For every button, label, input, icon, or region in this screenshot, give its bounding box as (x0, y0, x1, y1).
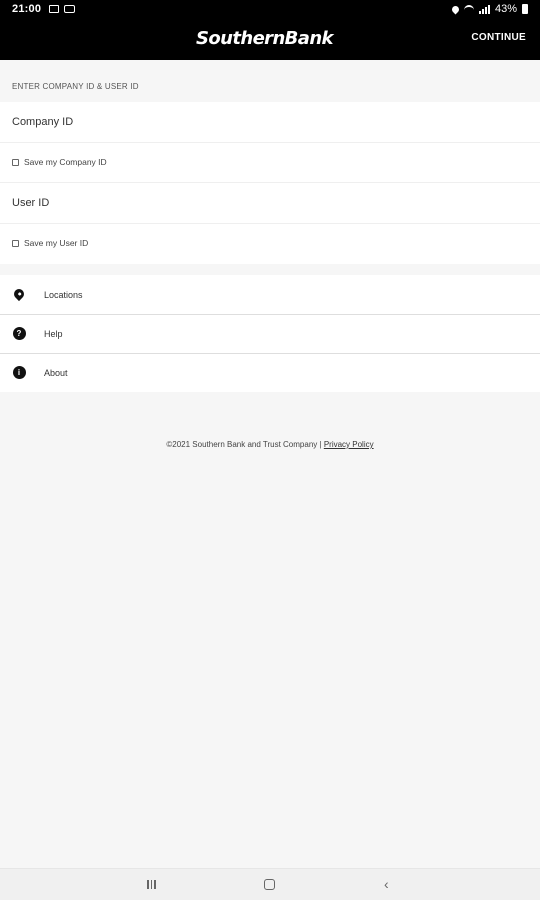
status-time: 21:00 (12, 3, 42, 15)
privacy-policy-link[interactable]: Privacy Policy (324, 440, 374, 449)
divider (0, 142, 540, 143)
login-form: Company ID Save my Company ID User ID Sa… (0, 102, 540, 264)
menu-item-label: Locations (44, 289, 83, 300)
save-user-id-checkbox[interactable]: Save my User ID (12, 238, 88, 248)
signal-icon (478, 4, 490, 14)
copyright-text: ©2021 Southern Bank and Trust Company | (166, 440, 322, 449)
battery-icon (522, 4, 528, 14)
menu-list: Locations ? Help i About (0, 275, 540, 392)
menu-item-about[interactable]: i About (0, 353, 540, 392)
back-icon[interactable]: ‹ (384, 876, 389, 892)
save-company-id-label: Save my Company ID (24, 157, 107, 167)
menu-item-label: Help (44, 328, 63, 339)
continue-button[interactable]: CONTINUE (471, 32, 526, 43)
menu-item-locations[interactable]: Locations (0, 275, 540, 314)
southern-bank-logo: SouthernBank (196, 28, 334, 49)
help-icon: ? (12, 326, 26, 340)
app-header: SouthernBank CONTINUE (0, 18, 540, 60)
checkbox-icon[interactable] (12, 239, 19, 247)
system-nav-bar: ‹ (0, 868, 540, 900)
status-bar: 21:00 43% (0, 0, 540, 18)
menu-item-help[interactable]: ? Help (0, 314, 540, 353)
menu-item-label: About (44, 367, 68, 378)
company-id-field[interactable]: Company ID (12, 116, 73, 128)
recent-apps-icon[interactable] (147, 880, 156, 889)
location-pin-icon (11, 286, 27, 302)
location-status-icon (450, 4, 461, 14)
divider (0, 182, 540, 183)
section-label: ENTER COMPANY ID & USER ID (12, 82, 139, 91)
footer: ©2021 Southern Bank and Trust Company | … (0, 440, 540, 449)
gallery-notification-icon (49, 5, 60, 13)
user-id-field[interactable]: User ID (12, 197, 49, 209)
battery-percent: 43% (494, 3, 517, 15)
save-company-id-checkbox[interactable]: Save my Company ID (12, 157, 107, 167)
save-user-id-label: Save my User ID (24, 238, 89, 248)
divider (0, 223, 540, 224)
home-icon[interactable] (264, 879, 275, 890)
info-icon: i (12, 365, 26, 379)
wifi-icon (463, 5, 474, 13)
messenger-notification-icon (64, 5, 76, 13)
checkbox-icon[interactable] (12, 158, 19, 166)
